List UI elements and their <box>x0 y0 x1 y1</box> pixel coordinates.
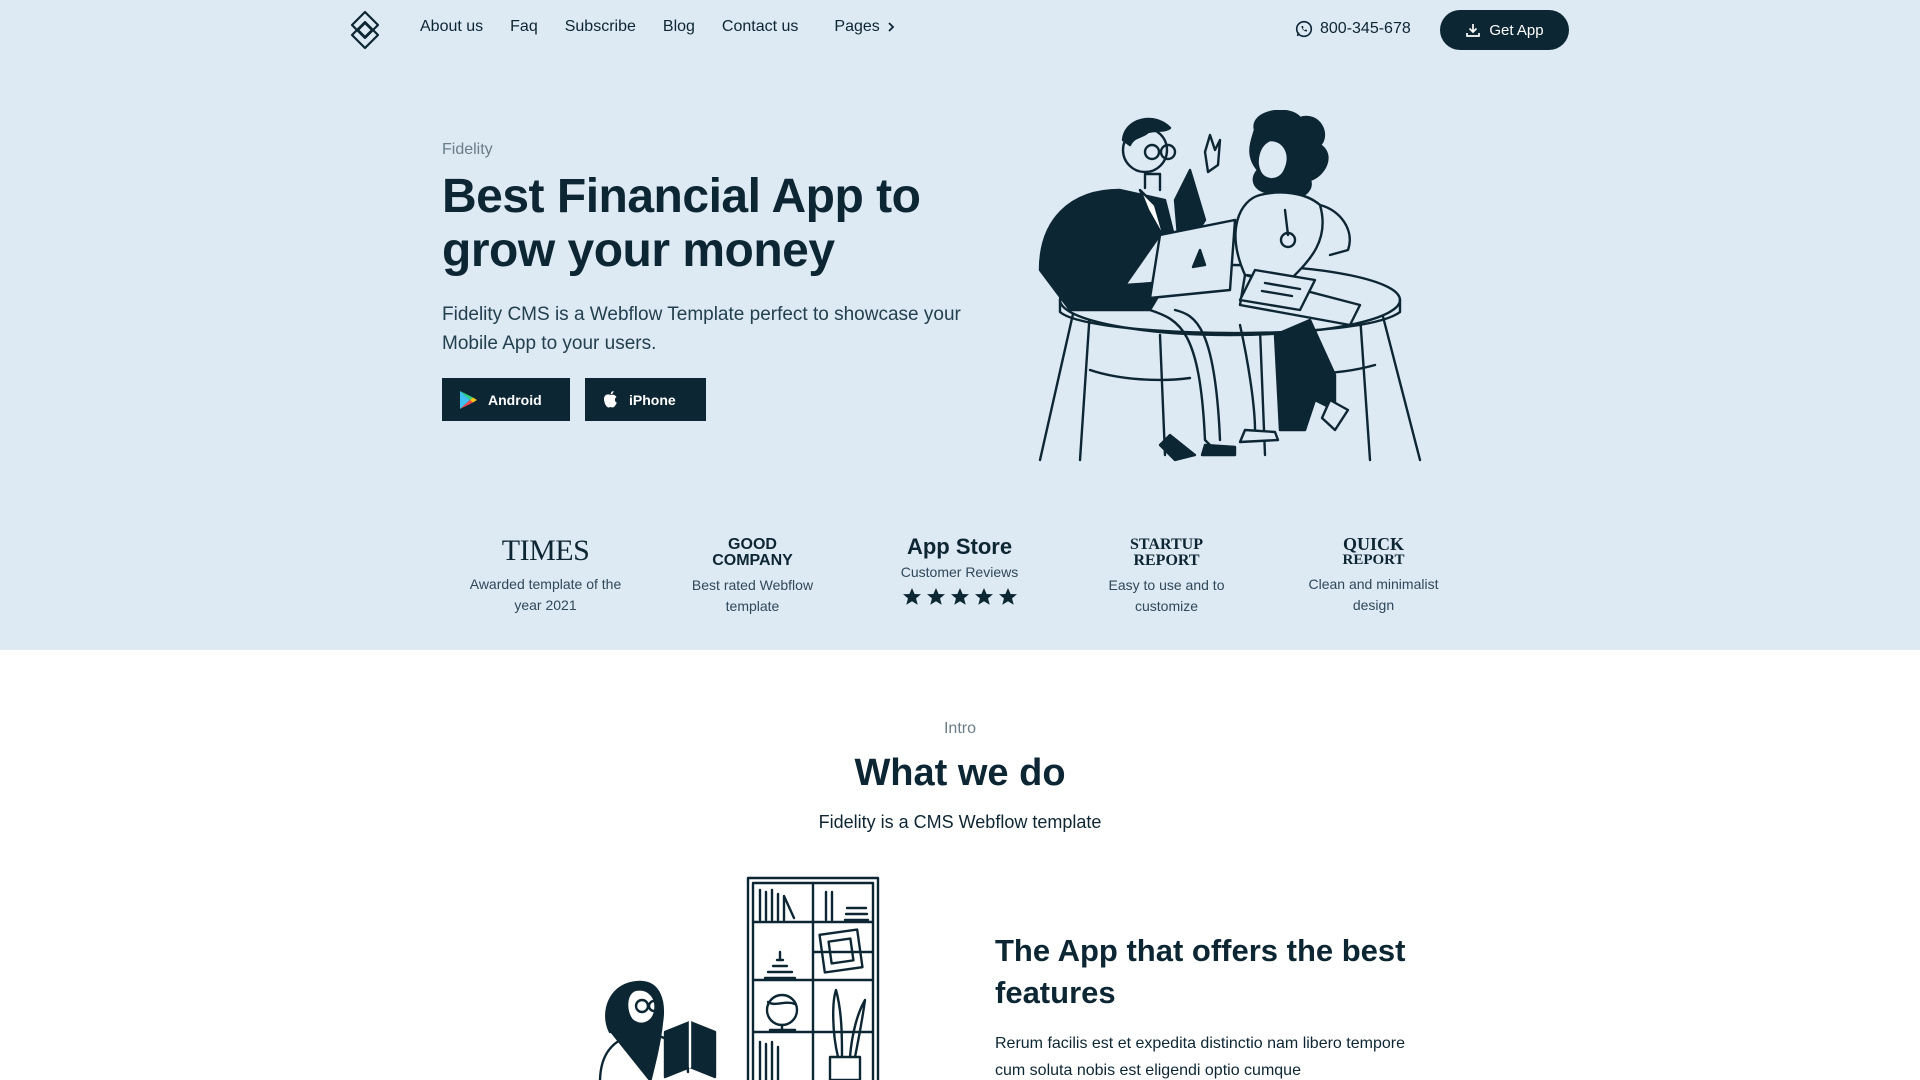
phone-number: 800-345-678 <box>1320 20 1411 37</box>
star-icon <box>950 588 969 605</box>
intro-title: What we do <box>854 752 1066 794</box>
star-icon <box>998 588 1017 605</box>
feature-description: Rerum facilis est et expedita distinctio… <box>995 1035 1405 1079</box>
download-icon <box>1466 24 1481 37</box>
iphone-button[interactable]: iPhone <box>585 378 706 421</box>
badge-good-company: GOOD COMPANY Best rated Webflow template <box>649 530 856 617</box>
badge-startup-report-line2: Report <box>1133 552 1200 569</box>
nav-link-about[interactable]: About us <box>420 18 483 36</box>
reading-woman-illustration <box>598 876 880 1080</box>
badge-startup-report-caption: Easy to use and to customize <box>1108 577 1225 614</box>
phone-contact[interactable]: 800-345-678 <box>1295 20 1411 38</box>
nav-link-blog[interactable]: Blog <box>663 18 695 36</box>
top-navigation: About us Faq Subscribe Blog Contact us P… <box>0 0 1920 60</box>
intro-eyebrow: Intro <box>943 720 976 737</box>
badge-startup-report: Startup Report Easy to use and to custom… <box>1063 530 1270 617</box>
nav-pages-dropdown[interactable]: Pages <box>834 18 895 36</box>
feature-title: The App that offers the best features <box>995 933 1406 1010</box>
hero-eyebrow: Fidelity <box>442 141 493 158</box>
hero-title: Best Financial App to grow your money <box>442 170 921 277</box>
press-badges: TIMES Awarded template of the year 2021 … <box>442 530 1478 617</box>
badge-good-company-logo: GOOD COMPANY <box>712 537 793 569</box>
apple-icon <box>604 391 617 408</box>
badge-startup-report-logo: Startup Report <box>1130 537 1203 569</box>
nav-link-subscribe[interactable]: Subscribe <box>565 18 636 36</box>
store-buttons: Android iPhone <box>442 378 706 421</box>
badge-quick-report-line2: Report <box>1342 552 1405 568</box>
badge-quick-report-caption: Clean and minimalist design <box>1308 576 1439 613</box>
star-icon <box>902 588 921 605</box>
badge-quick-report-line1: Quick <box>1342 534 1404 554</box>
star-icon <box>926 588 945 605</box>
intro-subtitle: Fidelity is a CMS Webflow template <box>818 812 1102 832</box>
badge-quick-report-logo: Quick Report <box>1342 534 1405 568</box>
nav-link-faq[interactable]: Faq <box>510 18 538 36</box>
android-button[interactable]: Android <box>442 378 570 421</box>
hero-description: Fidelity CMS is a Webflow Template perfe… <box>442 304 961 354</box>
logo-icon[interactable] <box>348 10 382 50</box>
get-app-label: Get App <box>1489 21 1544 39</box>
iphone-label: iPhone <box>629 391 676 408</box>
get-app-button[interactable]: Get App <box>1440 10 1569 50</box>
rating-stars <box>902 587 1018 607</box>
nav-links: About us Faq Subscribe Blog Contact us P… <box>420 18 923 36</box>
badge-good-company-line1: GOOD <box>728 536 777 553</box>
badge-app-store: App Store Customer Reviews <box>856 530 1063 617</box>
google-play-icon <box>460 390 477 409</box>
chevron-right-icon <box>888 22 895 32</box>
badge-times-logo: TIMES <box>501 534 590 567</box>
badge-times: TIMES Awarded template of the year 2021 <box>442 530 649 617</box>
whatsapp-icon <box>1295 20 1313 38</box>
business-meeting-illustration <box>1038 110 1422 462</box>
badge-good-company-caption: Best rated Webflow template <box>691 577 814 614</box>
badge-good-company-line2: COMPANY <box>712 552 793 569</box>
star-icon <box>974 588 993 605</box>
badge-app-store-caption: Customer Reviews <box>900 564 1019 580</box>
nav-link-contact[interactable]: Contact us <box>722 18 798 36</box>
badge-app-store-logo: App Store <box>906 534 1013 559</box>
badge-quick-report: Quick Report Clean and minimalist design <box>1270 530 1477 617</box>
android-label: Android <box>488 391 542 408</box>
badge-startup-report-line1: Startup <box>1130 536 1203 553</box>
badge-times-caption: Awarded template of the year 2021 <box>469 576 622 613</box>
nav-pages-label: Pages <box>834 18 880 35</box>
